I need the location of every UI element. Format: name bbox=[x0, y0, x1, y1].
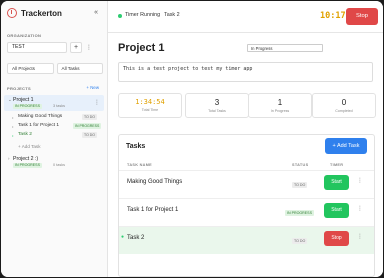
stat-total-time: 1:34:54 Total Time bbox=[118, 93, 182, 118]
start-timer-button[interactable]: Start bbox=[324, 203, 349, 218]
main-content: Project 1 In Progress This is a test pro… bbox=[108, 33, 383, 277]
running-task-name: Task 2 bbox=[164, 12, 180, 18]
status-badge: TO DO bbox=[292, 182, 308, 188]
start-timer-button[interactable]: Start bbox=[324, 175, 349, 190]
task-menu-icon[interactable]: ⋮ bbox=[357, 233, 363, 240]
column-header-name: TASK NAME bbox=[127, 163, 152, 167]
add-task-link[interactable]: + Add Task bbox=[18, 144, 41, 149]
sidebar: Trackerton « ORGANIZATION TEST + ⋮ All P… bbox=[1, 1, 108, 277]
running-indicator-icon: ● bbox=[121, 234, 125, 240]
timer-display: 10:17 bbox=[320, 11, 346, 21]
column-header-timer: TIMER bbox=[330, 163, 344, 167]
column-header-status: STATUS bbox=[292, 163, 309, 167]
status-badge: IN PROGRESS bbox=[73, 123, 102, 129]
running-label: Timer Running bbox=[125, 12, 161, 18]
stat-value: 0 bbox=[341, 98, 347, 107]
brand: Trackerton bbox=[7, 8, 62, 18]
status-badge: IN PROGRESS bbox=[13, 163, 42, 168]
collapse-sidebar-icon[interactable]: « bbox=[94, 9, 98, 16]
project-menu-icon[interactable]: ⋮ bbox=[94, 99, 100, 106]
tasks-filter[interactable]: All Tasks bbox=[56, 63, 103, 74]
project-name[interactable]: Project 2 :) bbox=[13, 156, 38, 162]
stat-value: 3 bbox=[214, 98, 220, 107]
chevron-down-icon[interactable]: ⌄ bbox=[8, 97, 12, 103]
bullet-icon: • bbox=[12, 124, 14, 129]
status-select[interactable]: In Progress bbox=[247, 44, 323, 52]
sidebar-task-item[interactable]: Making Good Things bbox=[18, 114, 62, 119]
app-window: Trackerton « ORGANIZATION TEST + ⋮ All P… bbox=[1, 1, 383, 277]
stat-label: Total Time bbox=[141, 108, 159, 112]
organization-row: TEST + ⋮ bbox=[7, 41, 103, 53]
status-badge: TO DO bbox=[82, 114, 98, 120]
tasks-card: Tasks + Add Task TASK NAME STATUS TIMER … bbox=[118, 134, 375, 277]
task-count: 3 tasks bbox=[53, 104, 66, 108]
description-field[interactable]: This is a test project to test my timer … bbox=[118, 62, 373, 82]
stop-timer-button[interactable]: Stop bbox=[346, 8, 378, 25]
stop-timer-button[interactable]: Stop bbox=[324, 231, 349, 246]
task-name[interactable]: Making Good Things bbox=[127, 179, 182, 185]
organization-select[interactable]: TEST bbox=[7, 41, 67, 53]
task-count: 0 tasks bbox=[53, 163, 66, 167]
sidebar-task-item[interactable]: Task 1 for Project 1 bbox=[18, 123, 59, 128]
organization-menu-icon[interactable]: ⋮ bbox=[85, 44, 93, 51]
stat-total-tasks: 3 Total Tasks bbox=[185, 93, 249, 118]
filter-row: All Projects All Tasks bbox=[7, 63, 103, 74]
stat-label: Completed bbox=[335, 109, 353, 113]
app-name: Trackerton bbox=[21, 8, 62, 18]
table-row: Making Good Things TO DO Start ⋮ bbox=[119, 171, 374, 198]
bullet-icon: • bbox=[12, 115, 14, 120]
stat-label: Total Tasks bbox=[208, 109, 226, 113]
top-bar: Timer Running Task 2 10:17 Stop bbox=[108, 1, 383, 33]
sidebar-task-item-active[interactable]: Task 2 bbox=[18, 132, 32, 137]
timer-logo-icon bbox=[7, 8, 17, 18]
task-name[interactable]: Task 1 for Project 1 bbox=[127, 207, 178, 213]
chevron-right-icon[interactable]: › bbox=[8, 156, 10, 161]
tasks-title: Tasks bbox=[126, 143, 146, 150]
page-title: Project 1 bbox=[118, 42, 165, 54]
status-badge: IN PROGRESS bbox=[285, 210, 314, 216]
task-name[interactable]: Task 2 bbox=[127, 235, 144, 241]
project-name[interactable]: Project 1 bbox=[13, 97, 33, 103]
stat-value: 1 bbox=[277, 98, 283, 107]
stat-value: 1:34:54 bbox=[135, 98, 165, 106]
table-row-active: ● Task 2 TO DO Stop ⋮ bbox=[119, 227, 374, 254]
table-row: Task 1 for Project 1 IN PROGRESS Start ⋮ bbox=[119, 199, 374, 226]
projects-filter[interactable]: All Projects bbox=[7, 63, 54, 74]
bullet-icon: • bbox=[12, 133, 14, 138]
status-badge: TO DO bbox=[292, 238, 308, 244]
projects-label: PROJECTS bbox=[7, 86, 31, 91]
add-task-button[interactable]: + Add Task bbox=[325, 138, 367, 154]
add-organization-button[interactable]: + bbox=[70, 41, 82, 53]
organization-label: ORGANIZATION bbox=[7, 33, 42, 38]
task-menu-icon[interactable]: ⋮ bbox=[357, 177, 363, 184]
task-menu-icon[interactable]: ⋮ bbox=[357, 205, 363, 212]
status-badge: IN PROGRESS bbox=[13, 104, 42, 109]
status-badge: TO DO bbox=[82, 132, 98, 138]
stat-completed: 0 Completed bbox=[312, 93, 376, 118]
running-indicator-icon bbox=[118, 14, 122, 18]
stat-label: In Progress bbox=[270, 109, 290, 113]
new-project-button[interactable]: + New bbox=[86, 85, 99, 90]
stat-in-progress: 1 In Progress bbox=[248, 93, 312, 118]
